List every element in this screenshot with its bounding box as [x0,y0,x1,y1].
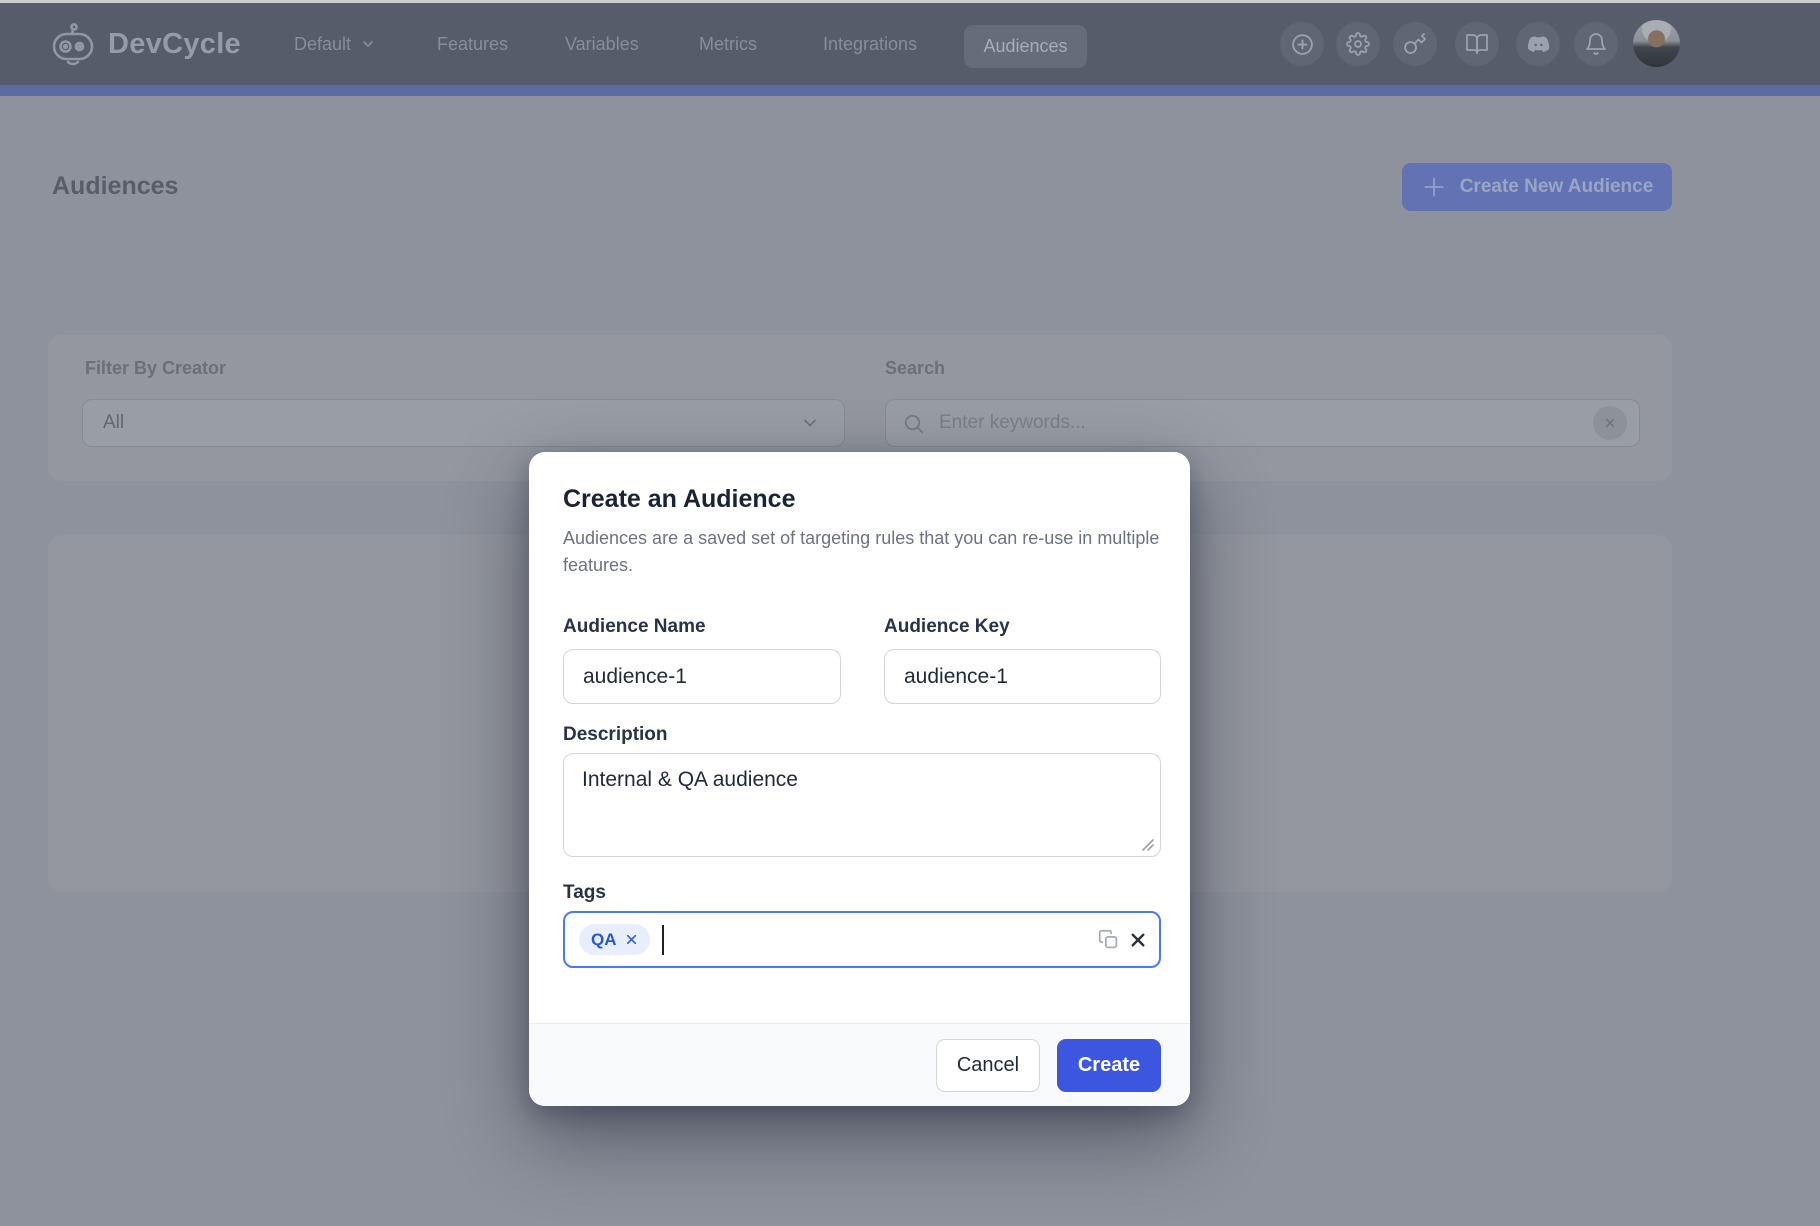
audience-key-input[interactable] [884,649,1161,704]
audience-key-label: Audience Key [884,616,1010,638]
tags-label: Tags [563,882,606,904]
modal-title: Create an Audience [563,485,795,513]
devcycle-logo[interactable]: DevCycle [50,3,241,85]
documentation-button[interactable] [1455,22,1499,66]
discord-button[interactable] [1516,22,1560,66]
description-textarea[interactable]: Internal & QA audience [563,753,1161,857]
brand-wordmark: DevCycle [108,28,241,61]
search-clear-button[interactable] [1593,406,1627,440]
notifications-button[interactable] [1574,22,1618,66]
modal-subtitle: Audiences are a saved set of targeting r… [563,525,1167,579]
nav-item-variables[interactable]: Variables [565,3,639,85]
accent-banner [0,85,1820,96]
gear-icon [1346,32,1370,56]
search-icon [902,412,925,435]
devcycle-app: DevCycle Default Features Variables Metr… [0,0,1820,1226]
text-cursor [662,925,664,955]
creator-filter-value: All [103,412,800,434]
copy-icon[interactable] [1098,929,1119,950]
modal-footer: Cancel Create [529,1023,1190,1106]
chevron-down-icon [360,36,376,52]
audience-name-label: Audience Name [563,616,706,638]
user-avatar[interactable] [1633,20,1680,67]
description-label: Description [563,724,668,746]
clear-tags-icon[interactable] [1129,931,1147,949]
audience-name-input[interactable] [563,649,841,704]
search-input[interactable] [939,400,1593,446]
page-title: Audiences [52,172,178,200]
key-icon [1403,32,1427,56]
search-label: Search [885,358,945,378]
remove-tag-icon[interactable] [625,933,638,946]
nav-item-metrics[interactable]: Metrics [699,3,757,85]
book-open-icon [1465,32,1489,56]
nav-item-integrations[interactable]: Integrations [823,3,917,85]
search-field [885,399,1640,447]
cancel-button[interactable]: Cancel [936,1039,1040,1092]
api-keys-button[interactable] [1393,22,1437,66]
creator-filter-select[interactable]: All [82,399,845,447]
devcycle-robot-icon [50,21,96,67]
project-selector-dropdown[interactable]: Default [294,3,376,85]
plus-circle-icon [1290,32,1315,57]
nav-item-audiences-active[interactable]: Audiences [964,25,1087,68]
filter-by-creator-label: Filter By Creator [85,358,226,378]
project-selector-label: Default [294,34,351,55]
create-button[interactable]: Create [1057,1039,1161,1092]
tag-chip-qa: QA [579,924,650,955]
plus-icon [1421,174,1447,200]
tag-chip-label: QA [591,930,617,950]
create-audience-modal: Create an Audience Audiences are a saved… [529,452,1190,1106]
bell-icon [1584,32,1608,56]
discord-icon [1526,32,1551,57]
nav-item-features[interactable]: Features [437,3,508,85]
create-new-audience-button[interactable]: Create New Audience [1402,163,1672,211]
chevron-down-icon [800,413,820,433]
settings-button[interactable] [1336,22,1380,66]
add-new-button[interactable] [1280,22,1324,66]
tags-input[interactable]: QA [563,911,1161,968]
top-navbar: DevCycle Default Features Variables Metr… [0,3,1820,85]
close-icon [1603,416,1617,430]
